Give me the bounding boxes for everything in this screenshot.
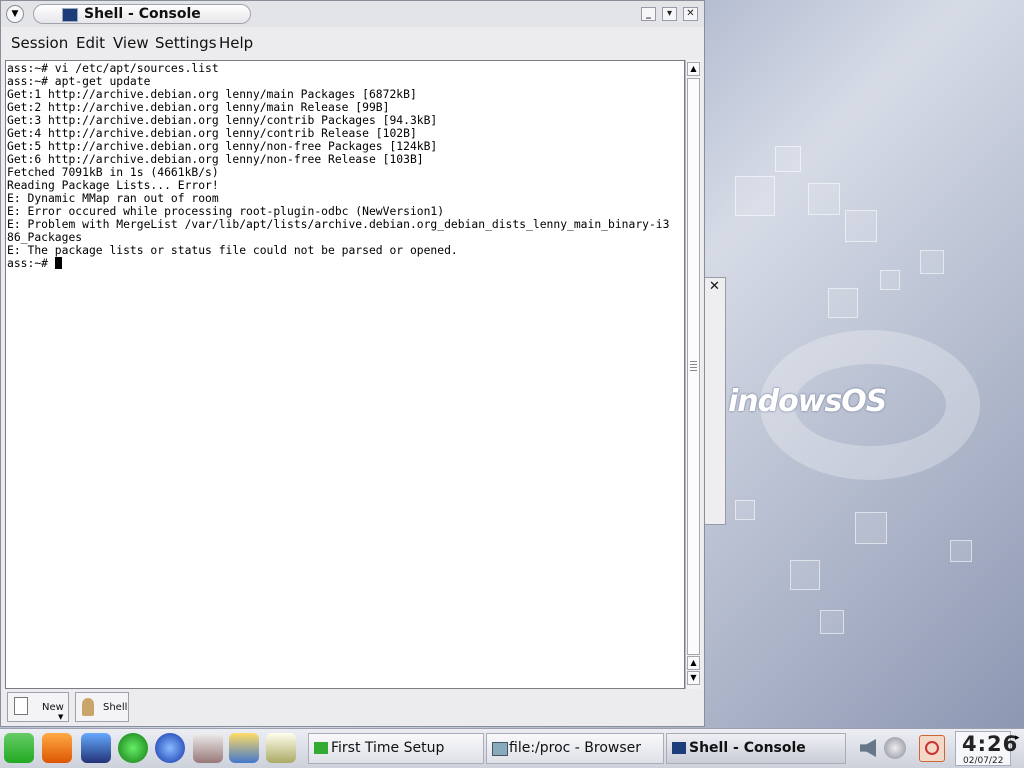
lifevest-icon[interactable] (42, 733, 72, 763)
chevron-down-icon[interactable]: ▼ (58, 713, 63, 721)
scroll-up-button[interactable]: ▲ (687, 62, 700, 76)
terminal-line: Get:3 http://archive.debian.org lenny/co… (7, 113, 438, 127)
window-menu-button[interactable]: ▼ (6, 5, 24, 23)
decor-square (855, 512, 887, 544)
task-label: Shell - Console (689, 740, 806, 756)
cube-icon[interactable] (81, 733, 111, 763)
edit-icon[interactable] (266, 733, 296, 763)
terminal-line: E: The package lists or status file coul… (7, 243, 458, 257)
console-window: ▼ Shell - Console _ ▾ ✕ Session Edit Vie… (0, 0, 705, 727)
terminal-line: Fetched 7091kB in 1s (4661kB/s) (7, 165, 219, 179)
menubar: Session Edit View Settings Help (1, 29, 704, 59)
grip-icon (690, 361, 697, 373)
new-document-icon (14, 697, 28, 715)
terminal-line: 86_Packages (7, 230, 83, 244)
terminal-line: Reading Package Lists... Error! (7, 178, 219, 192)
decor-square (820, 610, 844, 634)
terminal-line: E: Dynamic MMap ran out of room (7, 191, 219, 205)
menu-help[interactable]: Help (219, 34, 253, 52)
window-title: Shell - Console (84, 6, 201, 22)
tab-shell[interactable]: Shell (75, 692, 129, 722)
terminal-line: Get:1 http://archive.debian.org lenny/ma… (7, 87, 417, 101)
session-tabbar: New ▼ Shell (1, 690, 704, 726)
menu-session[interactable]: Session (11, 34, 68, 52)
volume-icon[interactable] (860, 739, 876, 757)
shell-icon (82, 698, 94, 716)
scroll-arrows-icon[interactable]: ▸ (1015, 733, 1021, 763)
terminal-output[interactable]: ass:~# vi /etc/apt/sources.list ass:~# a… (5, 60, 685, 689)
task-first-time-setup[interactable]: First Time Setup (308, 733, 484, 764)
close-icon[interactable]: ✕ (709, 280, 720, 294)
terminal-line: E: Problem with MergeList /var/lib/apt/l… (7, 217, 670, 231)
clock-time: 4:26 (962, 732, 1019, 756)
task-label: First Time Setup (331, 740, 445, 756)
close-button[interactable]: ✕ (683, 7, 698, 21)
terminal-line: E: Error occured while processing root-p… (7, 204, 445, 218)
terminal-prompt: ass:~# (7, 256, 55, 270)
setup-icon (314, 742, 328, 754)
run-icon[interactable] (118, 733, 148, 763)
text-cursor (54, 257, 62, 269)
clock[interactable]: 4:26 02/07/22 (955, 731, 1017, 766)
decor-square (920, 250, 944, 274)
new-session-button[interactable]: New ▼ (7, 692, 69, 722)
decor-square (845, 210, 877, 242)
background-window[interactable]: ✕ (704, 277, 726, 525)
start-menu-icon[interactable] (4, 733, 34, 763)
decor-square (775, 146, 801, 172)
terminal-line: ass:~# vi /etc/apt/sources.list (7, 61, 219, 75)
task-shell-console[interactable]: Shell - Console (666, 733, 846, 764)
console-icon (672, 742, 686, 754)
console-icon (62, 8, 78, 22)
power-icon[interactable] (919, 735, 945, 762)
scroll-down-button[interactable]: ▲ (687, 656, 700, 670)
vertical-scrollbar[interactable]: ▲ ▲ ▼ (685, 60, 701, 689)
scroll-down-button-2[interactable]: ▼ (687, 671, 700, 685)
task-label: file:/proc - Browser (509, 740, 642, 756)
terminal-line: Get:4 http://archive.debian.org lenny/co… (7, 126, 417, 140)
menu-settings[interactable]: Settings (155, 34, 217, 52)
decor-square (880, 270, 900, 290)
menu-edit[interactable]: Edit (76, 34, 105, 52)
decor-square (790, 560, 820, 590)
taskbar: First Time Setup file:/proc - Browser Sh… (0, 728, 1024, 768)
terminal-line: Get:2 http://archive.debian.org lenny/ma… (7, 100, 390, 114)
task-file-browser[interactable]: file:/proc - Browser (486, 733, 664, 764)
mail-icon[interactable] (193, 733, 223, 763)
clock-date: 02/07/22 (963, 756, 1004, 766)
new-session-label: New (42, 702, 64, 713)
decor-square (808, 183, 840, 215)
folder-icon (492, 742, 508, 756)
menu-view[interactable]: View (113, 34, 149, 52)
terminal-line: Get:5 http://archive.debian.org lenny/no… (7, 139, 438, 153)
decor-square (828, 288, 858, 318)
title-pill: Shell - Console (33, 4, 251, 24)
maximize-button[interactable]: ▾ (662, 7, 677, 21)
decor-square (735, 500, 755, 520)
user-icon[interactable] (884, 737, 906, 759)
decor-square (735, 176, 775, 216)
figure-icon[interactable] (229, 733, 259, 763)
tab-shell-label: Shell (103, 702, 128, 713)
minimize-button[interactable]: _ (641, 7, 656, 21)
desktop-logo-text: indowsOS (728, 384, 887, 419)
scrollbar-thumb[interactable] (687, 78, 700, 655)
decor-square (950, 540, 972, 562)
terminal-line: Get:6 http://archive.debian.org lenny/no… (7, 152, 424, 166)
globe-icon[interactable] (155, 733, 185, 763)
terminal-line: ass:~# apt-get update (7, 74, 151, 88)
system-tray (856, 733, 916, 764)
titlebar[interactable]: ▼ Shell - Console _ ▾ ✕ (1, 1, 704, 27)
